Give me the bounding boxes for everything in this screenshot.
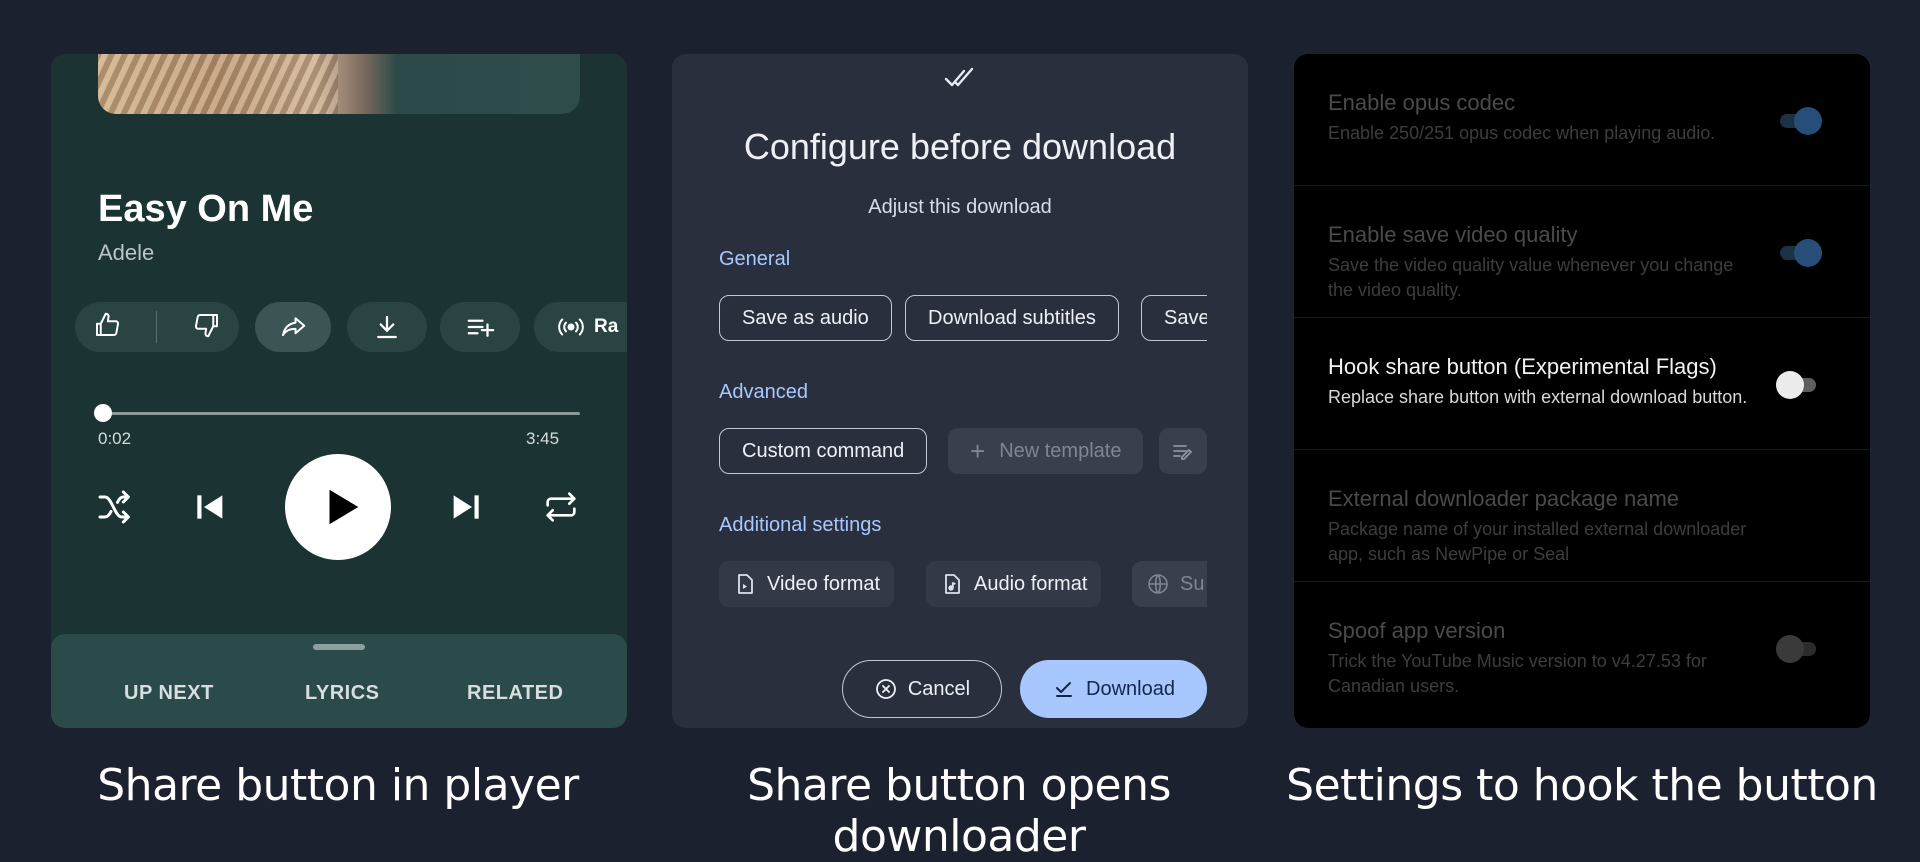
thumb-down-icon	[194, 313, 218, 337]
thumb-up-icon	[96, 312, 120, 336]
skip-next-icon	[453, 495, 479, 519]
setting-save-video-quality[interactable]: Enable save video quality Save the video…	[1294, 186, 1870, 318]
download-button[interactable]	[347, 302, 427, 352]
tab-lyrics[interactable]: LYRICS	[305, 682, 380, 705]
repeat-button[interactable]	[541, 487, 581, 527]
total-time: 3:45	[526, 429, 560, 448]
edit-templates-chip[interactable]	[1159, 428, 1207, 474]
video-file-icon	[738, 574, 753, 594]
audio-format-chip[interactable]: Audio format	[926, 561, 1102, 607]
setting-title: Spoof app version	[1328, 618, 1506, 643]
seek-bar[interactable]	[98, 412, 580, 415]
save-chip[interactable]: Save	[1141, 295, 1207, 341]
new-template-label: New template	[999, 439, 1122, 462]
setting-external-downloader-package[interactable]: External downloader package name Package…	[1294, 450, 1870, 582]
seek-handle[interactable]	[94, 404, 112, 422]
edit-list-icon	[1173, 445, 1193, 460]
setting-description: Save the video quality value whenever yo…	[1328, 255, 1734, 300]
song-title: Easy On Me	[98, 188, 314, 230]
video-format-chip[interactable]: Video format	[719, 561, 895, 607]
download-subtitles-chip[interactable]: Download subtitles	[905, 295, 1119, 341]
setting-title: Enable save video quality	[1328, 222, 1578, 247]
subtitle-chip[interactable]: Su	[1132, 561, 1207, 607]
cancel-label: Cancel	[907, 677, 971, 700]
setting-description: Trick the YouTube Music version to v4.27…	[1328, 651, 1707, 696]
download-done-icon	[1056, 682, 1073, 697]
next-button[interactable]	[447, 487, 487, 527]
previous-button[interactable]	[189, 487, 229, 527]
spoof-app-version-toggle[interactable]	[1776, 635, 1816, 663]
setting-hook-share-button[interactable]: Hook share button (Experimental Flags) R…	[1294, 318, 1870, 450]
album-art	[98, 54, 580, 114]
save-video-quality-toggle[interactable]	[1780, 239, 1822, 267]
globe-icon	[1148, 574, 1168, 594]
share-button[interactable]	[255, 302, 331, 352]
skip-previous-icon	[197, 495, 223, 519]
setting-description: Replace share button with external downl…	[1328, 387, 1748, 407]
bottom-sheet: UP NEXT LYRICS RELATED	[51, 634, 627, 728]
like-dislike-group	[75, 302, 239, 352]
dislike-button[interactable]	[192, 310, 222, 345]
download-icon	[377, 315, 397, 339]
save-as-audio-chip[interactable]: Save as audio	[719, 295, 892, 341]
tab-up-next[interactable]: UP NEXT	[124, 682, 214, 705]
song-artist[interactable]: Adele	[98, 240, 154, 266]
general-section-label: General	[719, 248, 791, 270]
shuffle-button[interactable]	[95, 487, 135, 527]
audio-file-icon	[945, 574, 960, 594]
setting-title: Enable opus codec	[1328, 90, 1516, 115]
subtitle-chip-label: Su	[1180, 572, 1205, 595]
tab-related[interactable]: RELATED	[467, 682, 563, 705]
custom-command-chip[interactable]: Custom command	[719, 428, 928, 474]
radio-button[interactable]: Ra	[534, 302, 627, 352]
caption-downloader: Share button opens downloader	[747, 760, 1171, 862]
video-format-label: Video format	[767, 572, 881, 595]
setting-enable-opus-codec[interactable]: Enable opus codec Enable 250/251 opus co…	[1294, 54, 1870, 186]
hook-share-button-toggle[interactable]	[1776, 371, 1816, 399]
download-confirm-button[interactable]: Download	[1020, 660, 1207, 718]
setting-description: Enable 250/251 opus codec when playing a…	[1328, 123, 1716, 143]
radio-icon	[558, 318, 584, 336]
add-to-playlist-button[interactable]	[440, 302, 520, 352]
plus-icon: +	[970, 436, 986, 466]
downloader-panel: Configure before download Adjust this do…	[672, 54, 1248, 728]
settings-panel: Enable opus codec Enable 250/251 opus co…	[1294, 54, 1870, 728]
cancel-button[interactable]: Cancel	[842, 660, 1002, 718]
playlist-add-icon	[467, 319, 495, 337]
new-template-chip: + New template	[948, 428, 1144, 474]
play-icon	[329, 489, 359, 525]
opus-codec-toggle[interactable]	[1780, 107, 1822, 135]
advanced-section-label: Advanced	[719, 381, 808, 403]
caption-player: Share button in player	[97, 760, 579, 811]
caption-settings: Settings to hook the button	[1286, 760, 1878, 811]
sheet-handle[interactable]	[313, 644, 365, 650]
setting-spoof-app-version[interactable]: Spoof app version Trick the YouTube Musi…	[1294, 582, 1870, 714]
play-button[interactable]	[285, 454, 391, 560]
repeat-icon	[546, 492, 576, 522]
share-icon	[282, 317, 306, 337]
setting-title: Hook share button (Experimental Flags)	[1328, 354, 1717, 379]
radio-label: Ra	[594, 316, 619, 337]
player-panel: Easy On Me Adele Ra 0:02 3:45 UP NEXT LY…	[51, 54, 627, 728]
shuffle-icon	[98, 490, 130, 524]
like-button[interactable]	[92, 310, 122, 345]
setting-title: External downloader package name	[1328, 486, 1680, 511]
current-time: 0:02	[98, 429, 132, 448]
download-label: Download	[1086, 677, 1175, 700]
audio-format-label: Audio format	[974, 572, 1088, 595]
cancel-icon	[875, 679, 896, 699]
setting-description: Package name of your installed external …	[1328, 519, 1747, 564]
additional-section-label: Additional settings	[719, 514, 882, 536]
